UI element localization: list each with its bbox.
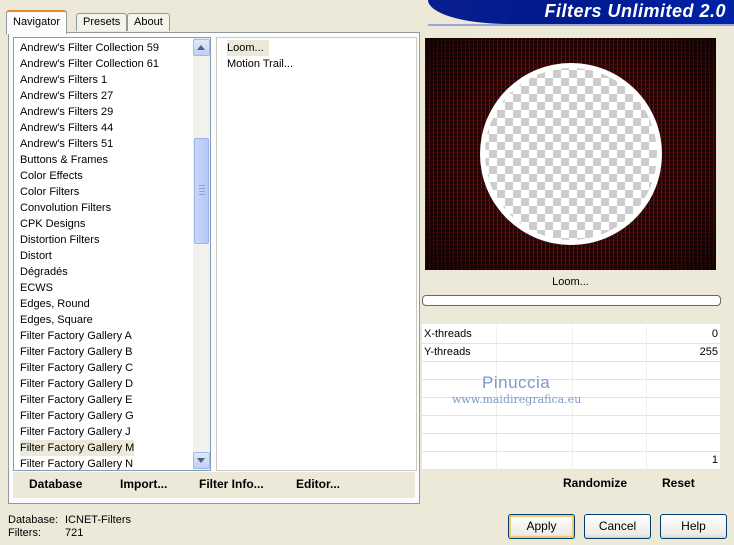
watermark-url: www.maidiregrafica.eu bbox=[452, 393, 582, 406]
scroll-thumb[interactable] bbox=[194, 138, 209, 244]
category-item[interactable]: Color Effects bbox=[20, 168, 190, 184]
category-item[interactable]: Andrew's Filters 44 bbox=[20, 120, 190, 136]
chevron-down-icon bbox=[197, 458, 205, 463]
parameter-row[interactable]: Y-threads 255 bbox=[422, 344, 720, 362]
apply-button[interactable]: Apply bbox=[508, 514, 575, 539]
parameter-row[interactable] bbox=[422, 362, 720, 380]
scroll-up-button[interactable] bbox=[193, 39, 210, 56]
parameter-row[interactable] bbox=[422, 416, 720, 434]
reset-button[interactable]: Reset bbox=[662, 476, 695, 490]
category-item[interactable]: Andrew's Filters 27 bbox=[20, 88, 190, 104]
category-item[interactable]: Edges, Square bbox=[20, 312, 190, 328]
category-item[interactable]: Edges, Round bbox=[20, 296, 190, 312]
editor-button[interactable]: Editor... bbox=[296, 477, 340, 491]
preview-caption: Loom... bbox=[552, 276, 589, 288]
database-info: Database: ICNET-Filters Filters: 721 bbox=[8, 514, 131, 540]
tab-navigator[interactable]: Navigator bbox=[6, 10, 68, 34]
filters-count-value: 721 bbox=[65, 527, 84, 539]
category-item[interactable]: Andrew's Filters 29 bbox=[20, 104, 190, 120]
category-items: Andrew's Filter Collection 59 Andrew's Fi… bbox=[20, 40, 190, 470]
category-item[interactable]: Distort bbox=[20, 248, 190, 264]
category-item[interactable]: Filter Factory Gallery N bbox=[20, 456, 190, 470]
tab-about[interactable]: About bbox=[127, 13, 170, 31]
database-label: Database: bbox=[8, 514, 59, 526]
category-item[interactable]: Filter Factory Gallery E bbox=[20, 392, 190, 408]
category-item[interactable]: Filter Factory Gallery A bbox=[20, 328, 190, 344]
import-button[interactable]: Import... bbox=[120, 477, 167, 491]
parameter-row[interactable]: X-threads 0 bbox=[422, 326, 720, 344]
tab-presets[interactable]: Presets bbox=[76, 13, 128, 31]
parameter-row[interactable] bbox=[422, 434, 720, 452]
category-item[interactable]: Filter Factory Gallery G bbox=[20, 408, 190, 424]
database-value: ICNET-Filters bbox=[65, 514, 131, 526]
category-item[interactable]: Filter Factory Gallery D bbox=[20, 376, 190, 392]
category-item[interactable]: Convolution Filters bbox=[20, 200, 190, 216]
category-item[interactable]: Dégradés bbox=[20, 264, 190, 280]
parameter-value: 255 bbox=[699, 346, 718, 358]
navigator-actions: Database Import... Filter Info... Editor… bbox=[13, 472, 415, 498]
cancel-button[interactable]: Cancel bbox=[584, 514, 651, 539]
category-item[interactable]: Filter Factory Gallery J bbox=[20, 424, 190, 440]
filter-items: Loom... Motion Trail... bbox=[227, 40, 407, 72]
filters-count-label: Filters: bbox=[8, 527, 41, 539]
category-item[interactable]: ECWS bbox=[20, 280, 190, 296]
category-item[interactable]: Andrew's Filters 51 bbox=[20, 136, 190, 152]
filter-item[interactable]: Loom... bbox=[227, 40, 269, 56]
randomize-button[interactable]: Randomize bbox=[563, 476, 627, 490]
category-item[interactable]: Filter Factory Gallery C bbox=[20, 360, 190, 376]
help-button[interactable]: Help bbox=[660, 514, 727, 539]
category-list[interactable]: Andrew's Filter Collection 59 Andrew's Fi… bbox=[13, 37, 211, 471]
filter-item[interactable]: Motion Trail... bbox=[227, 56, 407, 72]
category-item[interactable]: Filter Factory Gallery M bbox=[20, 440, 134, 456]
scroll-down-button[interactable] bbox=[193, 452, 210, 469]
progress-bar bbox=[422, 295, 721, 306]
category-item[interactable]: Distortion Filters bbox=[20, 232, 190, 248]
parameter-value: 1 bbox=[711, 454, 718, 466]
banner-underline bbox=[428, 24, 734, 26]
filter-info-button[interactable]: Filter Info... bbox=[199, 477, 264, 491]
chevron-up-icon bbox=[197, 45, 205, 50]
watermark-name: Pinuccia bbox=[482, 373, 551, 392]
banner-title: Filters Unlimited 2.0 bbox=[544, 1, 726, 21]
category-item[interactable]: Buttons & Frames bbox=[20, 152, 190, 168]
category-item[interactable]: Color Filters bbox=[20, 184, 190, 200]
parameter-label: X-threads bbox=[424, 328, 472, 340]
category-item[interactable]: Filter Factory Gallery B bbox=[20, 344, 190, 360]
filter-list[interactable]: Loom... Motion Trail... bbox=[216, 37, 417, 471]
category-item[interactable]: Andrew's Filter Collection 59 bbox=[20, 40, 190, 56]
parameter-value: 0 bbox=[711, 328, 718, 340]
filter-preview bbox=[425, 38, 716, 270]
parameter-row[interactable]: 1 bbox=[422, 452, 720, 470]
category-scrollbar[interactable] bbox=[193, 38, 210, 470]
category-item[interactable]: Andrew's Filters 1 bbox=[20, 72, 190, 88]
category-item[interactable]: Andrew's Filter Collection 61 bbox=[20, 56, 190, 72]
title-banner: Filters Unlimited 2.0 bbox=[428, 0, 734, 24]
tab-strip: Navigator Presets About bbox=[0, 0, 430, 34]
preview-image bbox=[425, 38, 716, 270]
category-item[interactable]: CPK Designs bbox=[20, 216, 190, 232]
parameter-label: Y-threads bbox=[424, 346, 471, 358]
database-button[interactable]: Database bbox=[29, 477, 82, 491]
